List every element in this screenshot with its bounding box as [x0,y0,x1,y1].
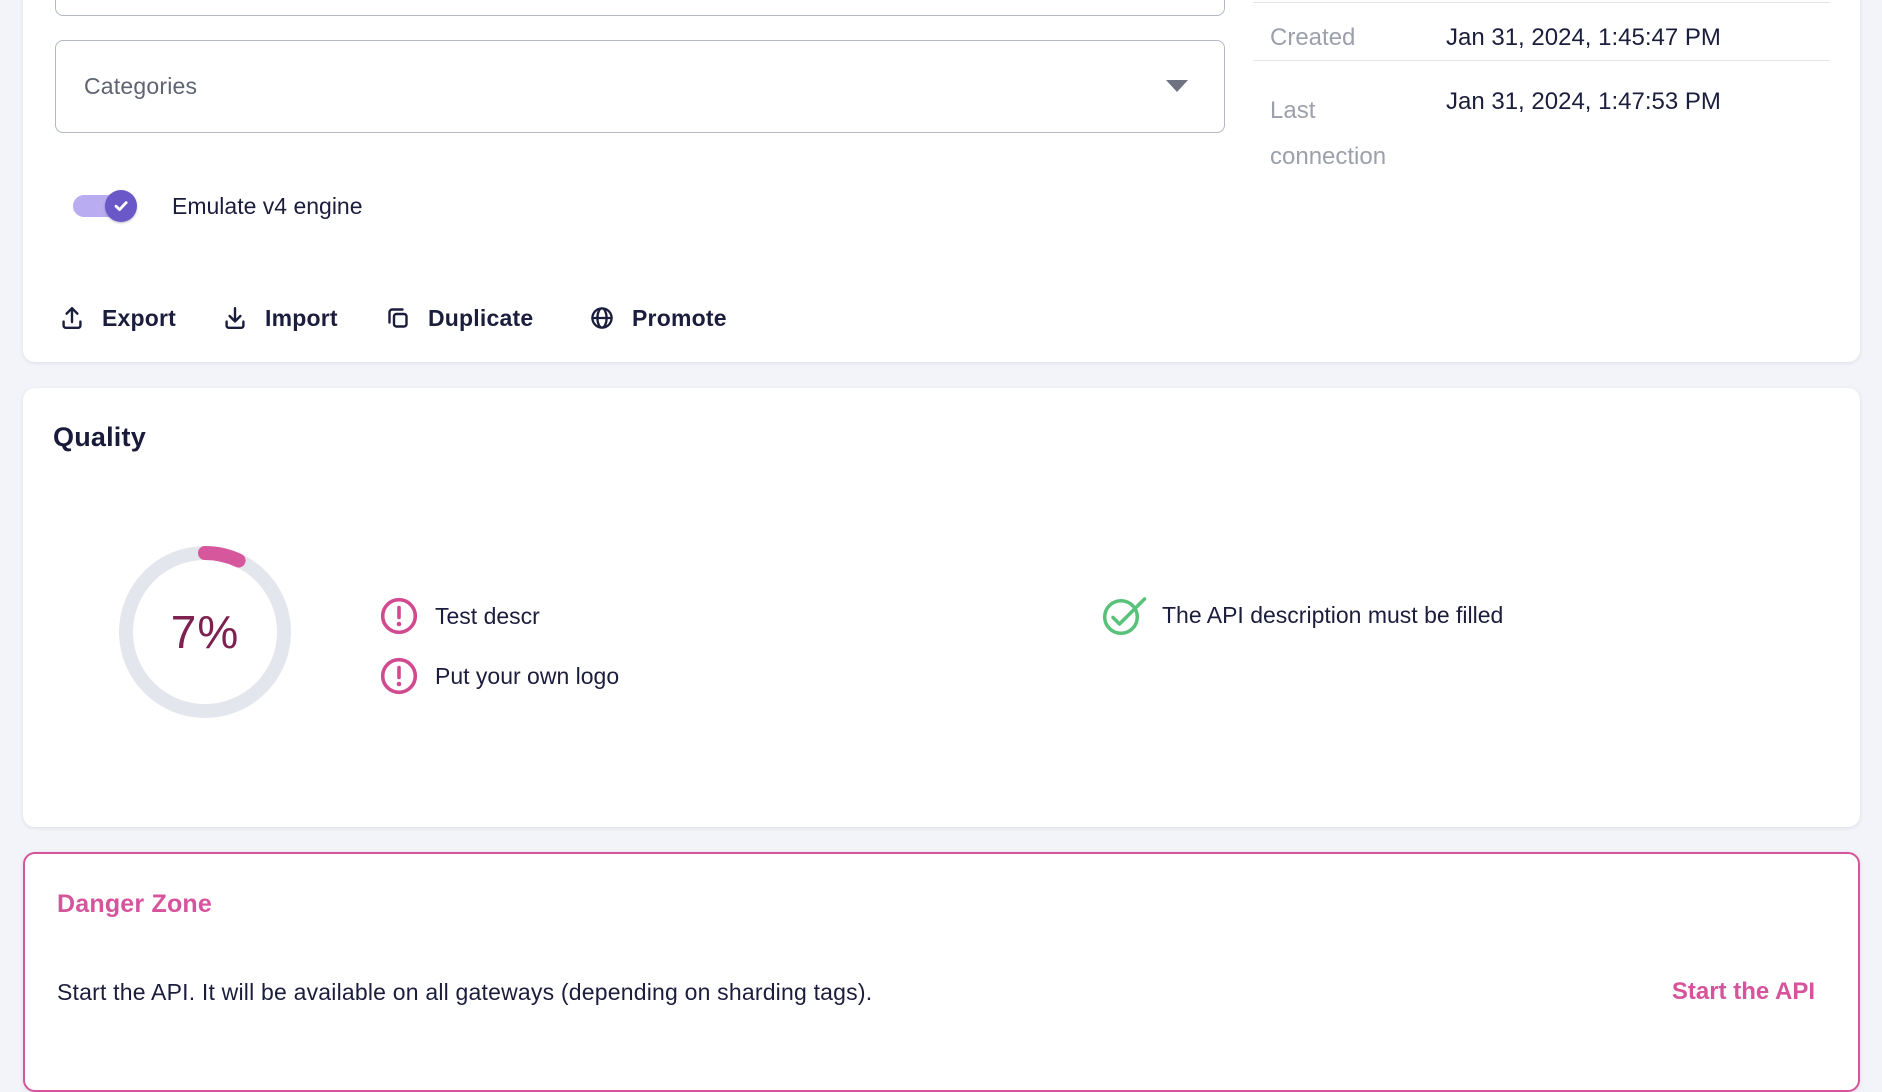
quality-warning-item: Put your own logo [380,657,619,695]
quality-warning-item: Test descr [380,597,540,635]
download-icon [221,304,249,332]
danger-zone-card: Danger Zone Start the API. It will be av… [23,852,1860,1092]
quality-score-value: 7% [119,546,291,718]
check-circle-icon [1102,594,1148,636]
info-divider [1253,2,1830,3]
chevron-down-icon[interactable] [1166,80,1188,92]
quality-passed-label: The API description must be filled [1162,602,1503,629]
emulate-v4-toggle-label: Emulate v4 engine [172,192,363,220]
start-api-button[interactable]: Start the API [1672,978,1815,1006]
promote-button[interactable]: Promote [588,292,727,344]
created-value: Jan 31, 2024, 1:45:47 PM [1446,24,1721,52]
check-icon [111,196,131,216]
globe-icon [588,304,616,332]
export-button[interactable]: Export [58,292,176,344]
start-api-description: Start the API. It will be available on a… [57,979,872,1006]
created-label: Created [1270,24,1355,52]
quality-passed-item: The API description must be filled [1102,594,1503,636]
warning-icon [380,597,418,635]
quality-warning-label: Test descr [435,603,540,630]
last-connection-label: Last connection [1270,88,1430,180]
last-connection-value: Jan 31, 2024, 1:47:53 PM [1446,88,1721,116]
quality-card: Quality 7% Test descr Put your own logo [23,388,1860,827]
quality-score-donut: 7% [119,546,291,718]
quality-title: Quality [53,422,146,453]
toggle-thumb [105,190,137,222]
categories-select[interactable]: Categories [55,40,1225,133]
export-button-label: Export [102,305,176,332]
general-settings-card: Categories Emulate v4 engine Export [23,0,1860,362]
categories-select-label: Categories [84,73,197,100]
danger-zone-row: Start the API. It will be available on a… [57,970,1815,1014]
quality-warning-label: Put your own logo [435,663,619,690]
import-button[interactable]: Import [221,292,338,344]
duplicate-button-label: Duplicate [428,305,533,332]
danger-zone-title: Danger Zone [57,890,212,919]
api-actions-row: Export Import Duplicate [23,292,1223,344]
import-button-label: Import [265,305,338,332]
warning-icon [380,657,418,695]
info-divider [1253,60,1830,61]
upload-icon [58,304,86,332]
promote-button-label: Promote [632,305,727,332]
duplicate-button[interactable]: Duplicate [384,292,533,344]
text-field-partial[interactable] [55,0,1225,16]
emulate-v4-toggle[interactable] [73,190,163,222]
copy-icon [384,304,412,332]
